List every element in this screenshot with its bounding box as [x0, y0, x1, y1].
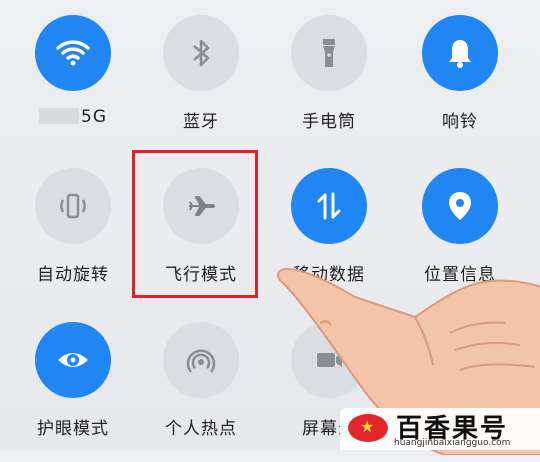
rotate-icon	[60, 193, 86, 219]
mobile-data-toggle[interactable]	[291, 168, 367, 244]
tile-flashlight[interactable]: 手电筒	[264, 15, 394, 155]
tile-label: 个人热点	[165, 419, 237, 439]
auto-rotate-toggle[interactable]	[35, 168, 111, 244]
tile-ring[interactable]: 响铃	[395, 15, 525, 155]
data-transfer-icon	[317, 192, 341, 220]
tile-label: 自动旋转	[37, 265, 109, 285]
bluetooth-toggle[interactable]	[163, 15, 239, 91]
hotspot-toggle[interactable]	[163, 322, 239, 398]
location-pin-icon	[449, 192, 471, 220]
flashlight-icon	[323, 39, 335, 67]
bell-icon	[449, 40, 471, 68]
ring-toggle[interactable]	[422, 15, 498, 91]
hotspot-icon	[186, 349, 216, 373]
tile-bluetooth[interactable]: 蓝牙	[136, 15, 266, 155]
eye-comfort-toggle[interactable]	[35, 322, 111, 398]
tile-label: 护眼模式	[37, 419, 109, 439]
tile-auto-rotate[interactable]: 自动旋转	[8, 168, 138, 308]
tile-label: 5G	[8, 107, 138, 127]
tile-hotspot[interactable]: 个人热点	[136, 322, 266, 462]
tile-eye-comfort[interactable]: 护眼模式	[8, 322, 138, 462]
wifi-icon	[56, 40, 90, 66]
location-toggle[interactable]	[422, 168, 498, 244]
watermark-url: huangjinbaixiangguo.com	[394, 438, 511, 448]
tile-label: 响铃	[442, 112, 478, 132]
tile-wifi[interactable]: 5G	[8, 15, 138, 155]
watermark-logo	[348, 414, 388, 442]
highlight-box	[132, 150, 258, 298]
watermark: 百香果号 huangjinbaixiangguo.com	[340, 408, 540, 450]
tile-label: 手电筒	[302, 112, 356, 132]
eye-icon	[58, 353, 88, 367]
tile-label: 蓝牙	[183, 112, 219, 132]
wifi-toggle[interactable]	[35, 15, 111, 91]
blurred-ssid	[39, 108, 79, 124]
bluetooth-icon	[193, 39, 210, 67]
flashlight-toggle[interactable]	[291, 15, 367, 91]
